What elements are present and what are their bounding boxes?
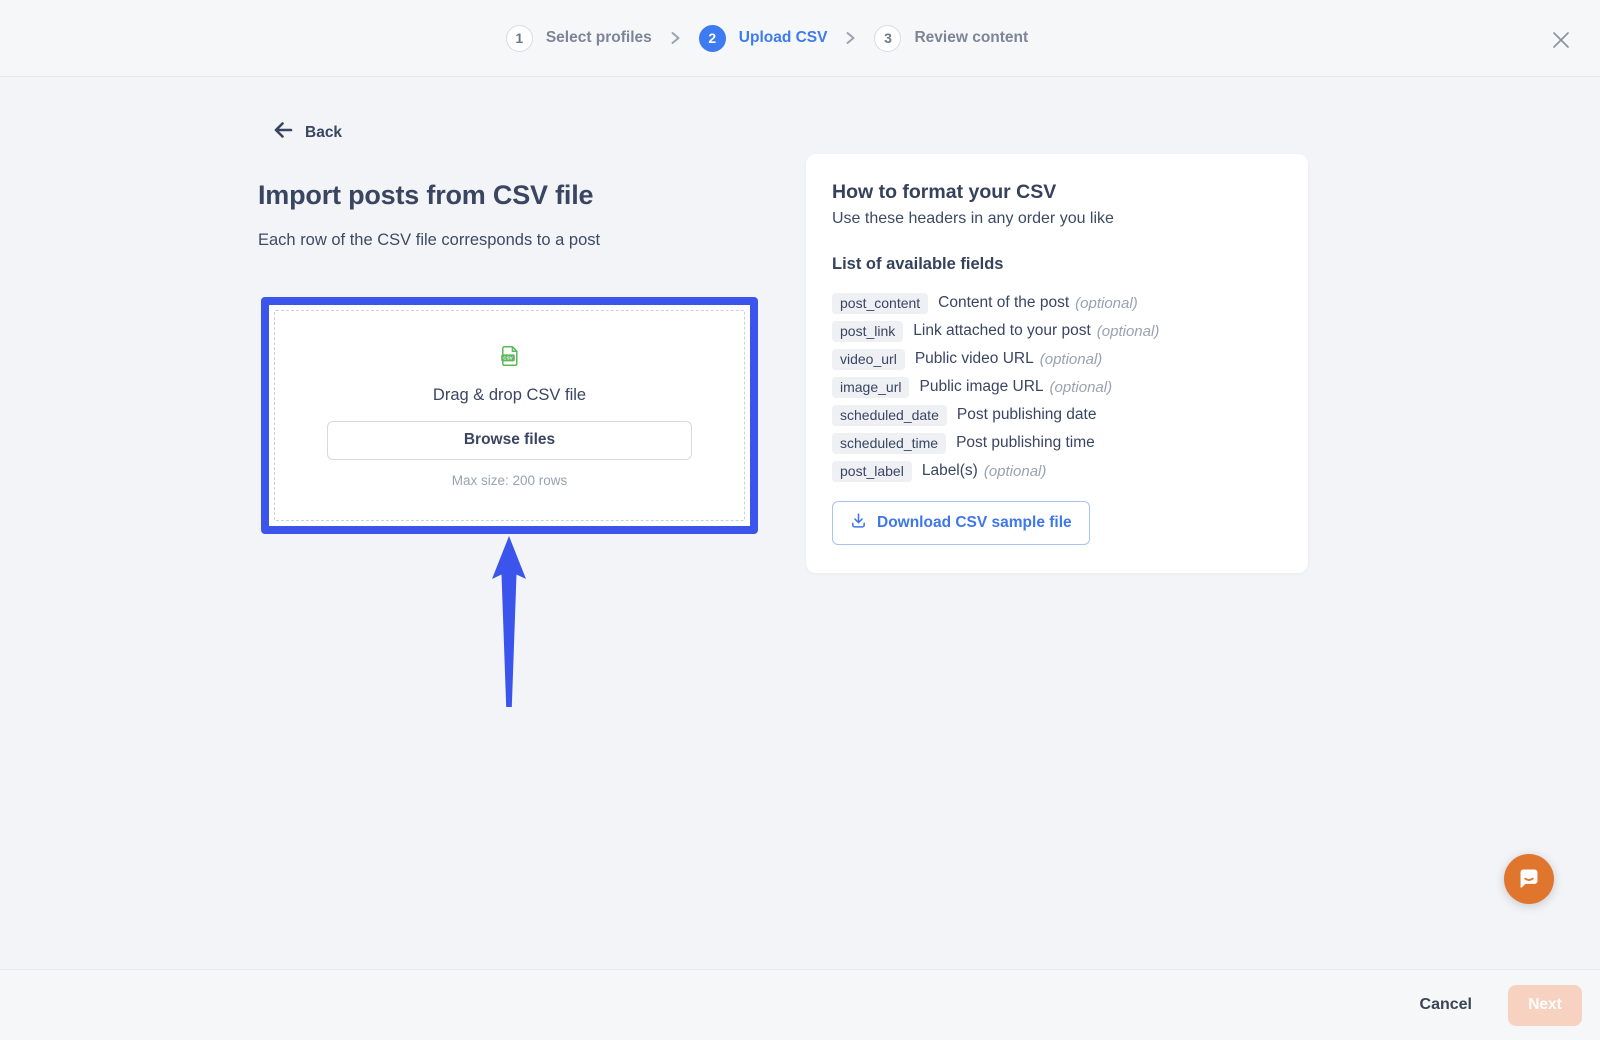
next-button[interactable]: Next	[1508, 985, 1582, 1026]
max-size-note: Max size: 200 rows	[452, 473, 568, 488]
svg-text:CSV: CSV	[503, 355, 513, 360]
field-desc: Post publishing time	[956, 434, 1095, 452]
card-title: How to format your CSV	[832, 181, 1280, 204]
field-desc: Link attached to your post	[913, 322, 1091, 340]
chevron-right-icon	[845, 30, 856, 46]
field-code: scheduled_date	[832, 405, 947, 426]
field-optional: (optional)	[1050, 379, 1113, 396]
wizard-footer: Cancel Next	[0, 969, 1600, 1040]
wizard-header: 1 Select profiles 2 Upload CSV 3 Review …	[0, 0, 1600, 77]
card-subtitle: Use these headers in any order you like	[832, 210, 1280, 228]
step-1-badge: 1	[506, 25, 533, 52]
page-title: Import posts from CSV file	[258, 180, 593, 211]
chat-bubble-icon	[1516, 865, 1542, 894]
chat-launcher-button[interactable]	[1504, 854, 1554, 904]
field-optional: (optional)	[1097, 323, 1160, 340]
field-code: scheduled_time	[832, 433, 946, 454]
wizard-stepper: 1 Select profiles 2 Upload CSV 3 Review …	[0, 0, 1600, 76]
back-button[interactable]: Back	[273, 121, 342, 144]
field-optional: (optional)	[1040, 351, 1103, 368]
close-icon	[1551, 30, 1571, 53]
fields-heading: List of available fields	[832, 255, 1280, 274]
drag-drop-label: Drag & drop CSV file	[433, 386, 586, 405]
field-row-scheduled-date: scheduled_date Post publishing date	[832, 401, 1280, 429]
chevron-right-icon	[670, 30, 681, 46]
format-help-card: How to format your CSV Use these headers…	[806, 154, 1308, 573]
field-code: video_url	[832, 349, 905, 370]
field-row-scheduled-time: scheduled_time Post publishing time	[832, 429, 1280, 457]
field-desc: Public image URL	[919, 378, 1043, 396]
field-desc: Post publishing date	[957, 406, 1097, 424]
field-row-post-content: post_content Content of the post (option…	[832, 289, 1280, 317]
field-row-post-link: post_link Link attached to your post (op…	[832, 317, 1280, 345]
csv-file-icon: CSV	[498, 344, 522, 373]
download-icon	[850, 512, 867, 534]
step-3-label: Review content	[914, 29, 1028, 47]
field-desc: Content of the post	[938, 294, 1069, 312]
field-desc: Label(s)	[922, 462, 978, 480]
field-code: image_url	[832, 377, 909, 398]
up-arrow-annotation	[487, 536, 531, 708]
close-button[interactable]	[1550, 30, 1572, 52]
download-sample-label: Download CSV sample file	[877, 514, 1072, 532]
step-2-badge: 2	[699, 25, 726, 52]
field-code: post_link	[832, 321, 903, 342]
step-3-badge: 3	[874, 25, 901, 52]
step-2-label: Upload CSV	[739, 29, 828, 47]
field-row-image-url: image_url Public image URL (optional)	[832, 373, 1280, 401]
cancel-button[interactable]: Cancel	[1420, 996, 1472, 1014]
field-code: post_label	[832, 461, 912, 482]
dropzone-highlight-frame: CSV Drag & drop CSV file Browse files Ma…	[261, 297, 758, 534]
field-optional: (optional)	[1075, 295, 1138, 312]
arrow-left-icon	[273, 121, 293, 144]
page-subtitle: Each row of the CSV file corresponds to …	[258, 231, 600, 250]
back-label: Back	[305, 124, 342, 142]
step-select-profiles: 1 Select profiles	[506, 25, 652, 52]
browse-files-button[interactable]: Browse files	[327, 421, 693, 460]
step-upload-csv: 2 Upload CSV	[699, 25, 828, 52]
field-desc: Public video URL	[915, 350, 1034, 368]
step-review-content: 3 Review content	[874, 25, 1028, 52]
field-row-video-url: video_url Public video URL (optional)	[832, 345, 1280, 373]
field-optional: (optional)	[984, 463, 1047, 480]
field-row-post-label: post_label Label(s) (optional)	[832, 457, 1280, 485]
csv-dropzone[interactable]: CSV Drag & drop CSV file Browse files Ma…	[274, 310, 745, 521]
step-1-label: Select profiles	[546, 29, 652, 47]
download-sample-button[interactable]: Download CSV sample file	[832, 501, 1090, 545]
field-code: post_content	[832, 293, 928, 314]
fields-list: post_content Content of the post (option…	[832, 289, 1280, 485]
